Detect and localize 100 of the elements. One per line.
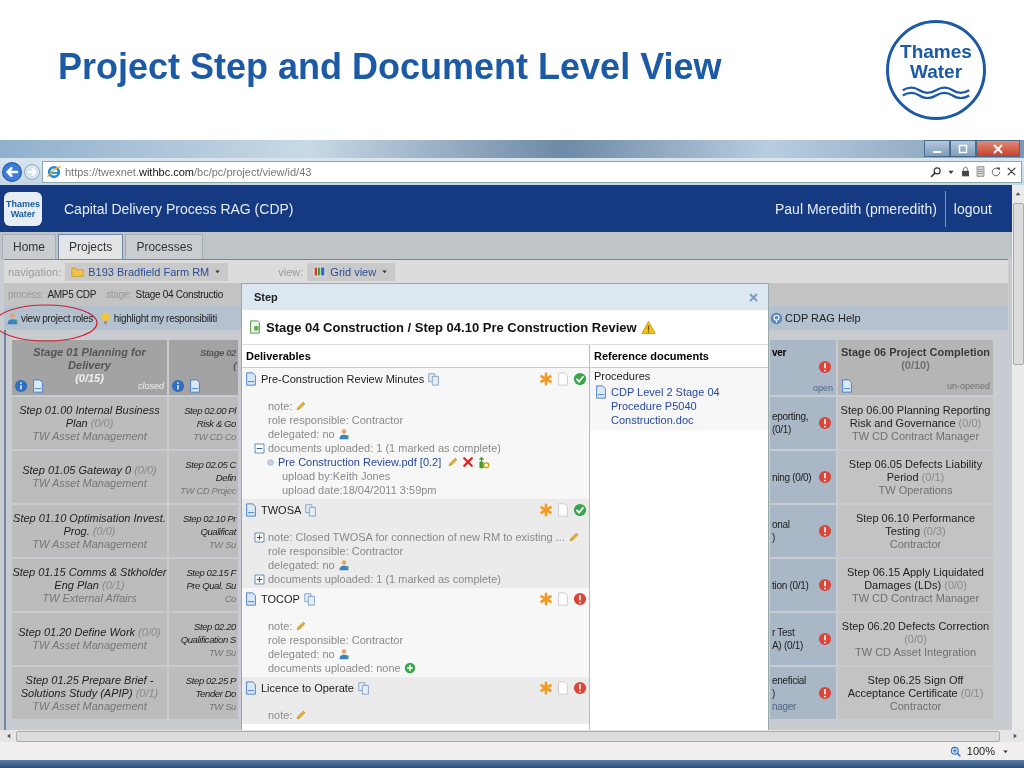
step-owner: TW CD Co bbox=[192, 429, 237, 443]
step-cell[interactable]: onal ) bbox=[770, 505, 836, 557]
stage-title: ( bbox=[233, 359, 238, 372]
stage-header[interactable]: ver open bbox=[770, 340, 836, 395]
step-cell[interactable]: Step 02.15 F Pre Qual. Su Co bbox=[169, 559, 238, 611]
step-owner: Contractor bbox=[889, 699, 942, 713]
note-text: note: bbox=[268, 620, 293, 632]
step-name: Step 02.15 F bbox=[186, 565, 238, 579]
step-name: Tender Do bbox=[194, 686, 237, 700]
view-label: view: bbox=[278, 265, 304, 278]
address-bar[interactable]: https://twexnet.withbc.com/bc/pc/project/view/id/43 bbox=[42, 160, 1022, 183]
step-heading: Stage 04 Construction / Step 04.10 Pre Construction Review bbox=[266, 319, 637, 335]
nav-tab[interactable]: Projects bbox=[58, 234, 124, 259]
step-owner: TW External Affairs bbox=[42, 591, 137, 605]
step-name: Step 02.10 Pr bbox=[183, 511, 238, 525]
step-cell[interactable]: Step 06.10 Performance Testing (0/3) Contractor bbox=[838, 505, 993, 557]
documents-text: documents uploaded: 1 (1 marked as complete) bbox=[268, 442, 501, 454]
step-owner: Co bbox=[223, 591, 237, 605]
project-dropdown[interactable]: B193 Bradfield Farm RM bbox=[65, 262, 229, 281]
step-owner: TW Asset Management bbox=[32, 639, 147, 652]
delegated-text: delegated: no bbox=[268, 648, 335, 660]
step-owner: TW CD Asset Integration bbox=[854, 645, 976, 659]
nav-tab[interactable]: Processes bbox=[125, 234, 204, 259]
step-cell[interactable]: Step 02.05 C Defin TW CD Projec bbox=[169, 451, 238, 503]
step-owner: Contractor bbox=[889, 537, 942, 551]
stage-count: (0/15) bbox=[75, 372, 104, 384]
step-name: Step 02.05 C bbox=[184, 457, 237, 471]
documents-text: documents uploaded: 1 (1 marked as complete) bbox=[268, 573, 501, 585]
step-owner: TW Asset Management bbox=[32, 699, 147, 713]
step-cell[interactable]: Step 02.20 Qualification S TW Su bbox=[169, 613, 238, 665]
step-cell[interactable]: tion (0/1) bbox=[770, 559, 836, 611]
view-dropdown[interactable]: Grid view bbox=[307, 262, 396, 281]
step-owner: TW Asset Management bbox=[32, 537, 147, 551]
upload-date-text: upload date:18/04/2011 3:59pm bbox=[282, 484, 437, 496]
stage-title: Stage 06 Project Completion bbox=[840, 346, 991, 359]
app-title: Capital Delivery Process RAG (CDP) bbox=[64, 200, 294, 217]
delegated-text: delegated: no bbox=[268, 559, 335, 571]
slide-title: Project Step and Document Level View bbox=[58, 46, 723, 89]
nav-tab[interactable]: Home bbox=[2, 234, 56, 259]
stage-title: Stage 02 bbox=[200, 346, 237, 359]
role-text: role responsible: Contractor bbox=[268, 414, 404, 426]
step-owner: TW Asset Management bbox=[32, 477, 147, 490]
note-text: note: bbox=[268, 709, 293, 721]
zoom-level[interactable]: 100% bbox=[966, 745, 995, 757]
step-name: Step 02.20 bbox=[193, 619, 237, 633]
step-cell[interactable]: Step 02.25 P Tender Do TW Su bbox=[169, 667, 238, 719]
step-name: ) bbox=[772, 686, 777, 700]
step-name: eporting, bbox=[772, 410, 809, 423]
dialog-title: Step bbox=[254, 291, 279, 303]
document-link[interactable]: CDP Level 2 Stage 04 Procedure P5040 Construction.doc bbox=[611, 385, 761, 427]
dropdown-value: B193 Bradfield Farm RM bbox=[88, 265, 210, 278]
step-cell[interactable]: eneficial ) nager bbox=[770, 667, 836, 719]
step-owner: TW Su bbox=[207, 645, 237, 659]
step-cell[interactable]: eporting, (0/1) bbox=[770, 397, 836, 449]
role-text: role responsible: Contractor bbox=[268, 545, 404, 557]
deliverable-title[interactable]: Licence to Operate bbox=[261, 682, 354, 694]
step-owner: TW Asset Management bbox=[32, 429, 147, 443]
step-name: Qualificat bbox=[199, 524, 238, 538]
step-name: onal bbox=[772, 518, 790, 531]
documents-text: documents uploaded: none bbox=[268, 662, 401, 674]
step-name: A) (0/1) bbox=[772, 639, 803, 652]
stage-title: ver bbox=[772, 346, 787, 359]
step-name: Qualification S bbox=[180, 632, 237, 646]
stage-value: Stage 04 Constructio bbox=[135, 289, 223, 300]
step-cell[interactable]: Step 02.10 Pr Qualificat TW Su bbox=[169, 505, 238, 557]
step-cell[interactable]: ning (0/0) bbox=[770, 451, 836, 503]
delegated-text: delegated: no bbox=[268, 428, 335, 440]
app-logo: Thames Water bbox=[4, 191, 42, 226]
logout-link[interactable]: logout bbox=[953, 200, 992, 217]
step-cell[interactable]: Step 02.00 Pl Risk & Go TW CD Co bbox=[169, 397, 238, 449]
group-title: Procedures bbox=[594, 370, 652, 384]
step-cell[interactable]: r Test A) (0/1) bbox=[770, 613, 836, 665]
toolbar-link[interactable]: CDP RAG Help bbox=[770, 311, 861, 325]
toolbar-link[interactable]: highlight my responsibiliti bbox=[98, 311, 217, 325]
step-name: ning (0/0) bbox=[772, 470, 812, 484]
step-name: Defin bbox=[214, 470, 237, 484]
step-owner: TW Su bbox=[207, 699, 237, 713]
navigation-label: navigation: bbox=[8, 265, 62, 278]
step-name: Step 06.10 Performance Testing (0/3) bbox=[854, 511, 977, 538]
note-text: note: bbox=[268, 400, 293, 412]
company-logo: Thames Water bbox=[886, 20, 986, 120]
stage-header[interactable]: Stage 06 Project Completion (0/10) un-opened bbox=[838, 340, 993, 395]
deliverable-title[interactable]: TOCOP bbox=[261, 593, 300, 605]
step-owner: TW CD Contract Manager bbox=[851, 591, 980, 605]
file-link[interactable]: Pre Construction Review.pdf [0.2] bbox=[278, 456, 442, 468]
step-name: tion (0/1) bbox=[772, 578, 809, 592]
url-text: https://twexnet.withbc.com/bc/pc/project/view/id/43 bbox=[65, 165, 312, 178]
step-owner: TW Su bbox=[207, 537, 237, 551]
step-name: Step 02.00 Pl bbox=[184, 403, 238, 417]
user-name: Paul Meredith (pmeredith) bbox=[775, 200, 937, 217]
step-name: Pre Qual. Su bbox=[186, 578, 237, 592]
step-name: ) bbox=[772, 531, 777, 544]
process-value: AMP5 CDP bbox=[47, 289, 97, 300]
step-owner: TW CD Projec bbox=[180, 483, 237, 497]
deliverable-title[interactable]: Pre-Construction Review Minutes bbox=[261, 373, 425, 385]
stage-status: un-opened bbox=[946, 381, 990, 391]
role-text: role responsible: Contractor bbox=[268, 634, 404, 646]
step-name: Step 02.25 P bbox=[185, 673, 238, 687]
stage-count: (0/10) bbox=[901, 359, 930, 371]
deliverable-title[interactable]: TWOSA bbox=[261, 504, 302, 516]
